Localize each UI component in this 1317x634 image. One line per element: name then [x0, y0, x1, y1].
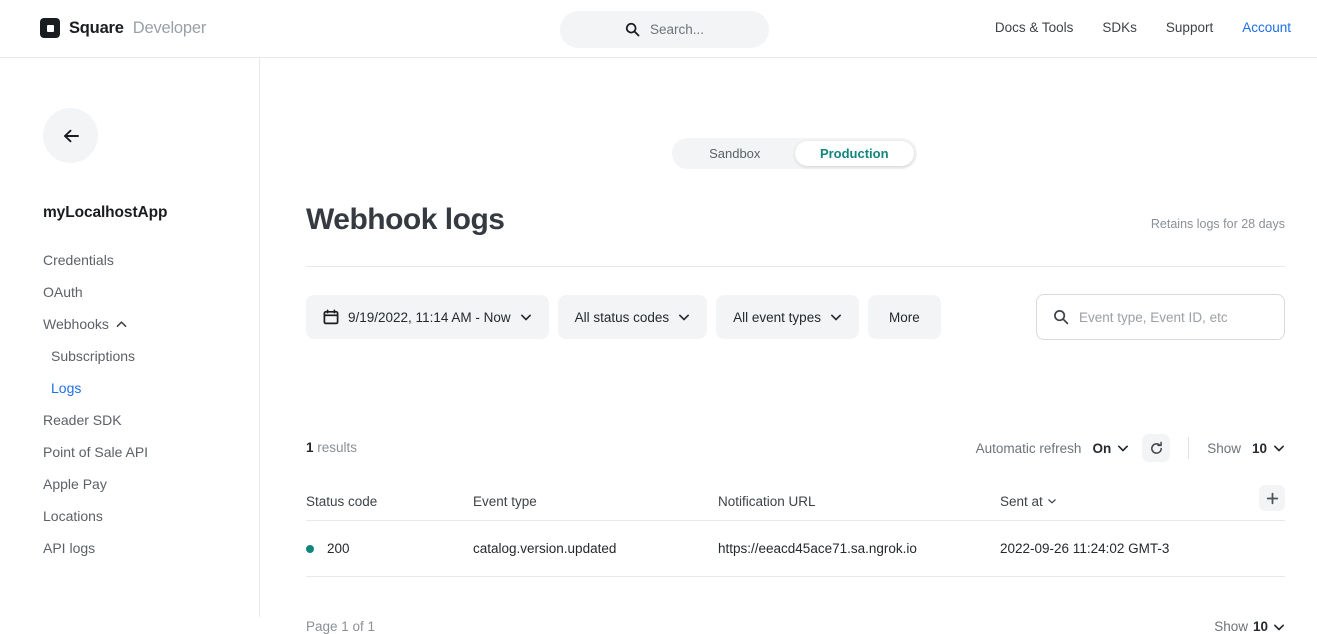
status-code-filter-label: All status codes [575, 310, 670, 325]
nav-link-docs-tools[interactable]: Docs & Tools [995, 20, 1074, 35]
nav-link-support[interactable]: Support [1166, 20, 1213, 35]
automatic-refresh-label: Automatic refresh [976, 441, 1082, 456]
table-controls: Automatic refresh On Show 10 [976, 434, 1285, 462]
result-count: 1 results [306, 440, 357, 455]
sidebar-item-label: Subscriptions [51, 340, 135, 372]
sidebar-item-label: Webhooks [43, 308, 109, 340]
footer-show-rows-control[interactable]: Show 10 [1214, 619, 1285, 634]
sidebar-item-label: OAuth [43, 276, 83, 308]
back-button[interactable] [43, 108, 98, 163]
brand-subtitle: Developer [133, 19, 206, 38]
app-name: myLocalhostApp [43, 204, 167, 222]
pagination-bar: Page 1 of 1 Show 10 [306, 619, 1285, 634]
nav-link-account[interactable]: Account [1242, 20, 1291, 35]
status-code-filter[interactable]: All status codes [558, 295, 708, 339]
event-type-filter-label: All event types [733, 310, 821, 325]
more-filters-button[interactable]: More [868, 295, 941, 339]
add-column-button[interactable] [1259, 485, 1285, 511]
top-header: Square Developer Search... Docs & Tools … [0, 0, 1317, 58]
brand-name: Square [69, 19, 124, 38]
chevron-down-icon [1047, 496, 1057, 506]
sidebar-item-api-logs[interactable]: API logs [43, 532, 243, 564]
column-header-event-type[interactable]: Event type [473, 494, 718, 509]
show-rows-label: Show [1207, 441, 1241, 456]
divider [1188, 437, 1189, 459]
refresh-icon [1149, 441, 1164, 456]
page-indicator: Page 1 of 1 [306, 619, 375, 634]
column-header-notification-url[interactable]: Notification URL [718, 494, 1000, 509]
search-icon [1053, 309, 1069, 325]
page-title: Webhook logs [306, 203, 504, 237]
webhook-logs-table: Status code Event type Notification URL … [306, 482, 1285, 577]
sidebar: myLocalhostApp Credentials OAuth Webhook… [0, 58, 260, 617]
column-header-sent-at-label: Sent at [1000, 494, 1043, 509]
calendar-icon [323, 309, 339, 325]
sidebar-item-label: Point of Sale API [43, 436, 148, 468]
arrow-left-icon [61, 126, 81, 146]
footer-show-rows-label: Show [1214, 619, 1248, 634]
show-rows-value: 10 [1252, 441, 1267, 456]
date-range-label: 9/19/2022, 11:14 AM - Now [348, 310, 511, 325]
cell-event-type: catalog.version.updated [473, 541, 718, 556]
sidebar-item-label: API logs [43, 532, 95, 564]
nav-link-sdks[interactable]: SDKs [1102, 20, 1137, 35]
column-header-status-code[interactable]: Status code [306, 494, 473, 509]
square-logo-icon [40, 18, 60, 38]
automatic-refresh-value: On [1092, 441, 1111, 456]
chevron-down-icon [520, 311, 532, 323]
sidebar-item-label: Locations [43, 500, 103, 532]
filter-bar: 9/19/2022, 11:14 AM - Now All status cod… [306, 295, 941, 339]
cell-notification-url: https://eeacd45ace71.sa.ngrok.io [718, 541, 1000, 556]
chevron-up-icon [116, 319, 127, 330]
footer-show-rows-value: 10 [1253, 619, 1268, 634]
status-indicator-dot [306, 545, 314, 553]
divider [306, 266, 1285, 267]
cell-sent-at: 2022-09-26 11:24:02 GMT-3 [1000, 541, 1245, 556]
log-search-input[interactable]: Event type, Event ID, etc [1036, 294, 1285, 340]
sidebar-item-reader-sdk[interactable]: Reader SDK [43, 404, 243, 436]
sidebar-item-label: Logs [51, 372, 81, 404]
log-search-placeholder: Event type, Event ID, etc [1079, 310, 1228, 325]
environment-toggle: Sandbox Production [672, 138, 917, 169]
result-count-number: 1 [306, 440, 314, 455]
sidebar-item-credentials[interactable]: Credentials [43, 244, 243, 276]
column-header-sent-at[interactable]: Sent at [1000, 494, 1245, 509]
sidebar-item-apple-pay[interactable]: Apple Pay [43, 468, 243, 500]
sidebar-item-subscriptions[interactable]: Subscriptions [43, 340, 243, 372]
chevron-down-icon [1117, 442, 1129, 454]
table-row[interactable]: 200 catalog.version.updated https://eeac… [306, 521, 1285, 577]
sidebar-item-label: Credentials [43, 244, 114, 276]
sidebar-item-label: Apple Pay [43, 468, 107, 500]
tab-sandbox[interactable]: Sandbox [675, 141, 795, 166]
result-count-label: results [317, 440, 357, 455]
brand-logo[interactable]: Square Developer [40, 18, 206, 38]
cell-status-code: 200 [306, 541, 473, 556]
status-code-value: 200 [327, 541, 350, 556]
chevron-down-icon [830, 311, 842, 323]
sidebar-item-locations[interactable]: Locations [43, 500, 243, 532]
global-search-placeholder: Search... [650, 22, 704, 37]
sidebar-item-logs[interactable]: Logs [43, 372, 243, 404]
chevron-down-icon [678, 311, 690, 323]
global-search-input[interactable]: Search... [560, 11, 769, 48]
plus-icon [1266, 492, 1279, 505]
date-range-filter[interactable]: 9/19/2022, 11:14 AM - Now [306, 295, 549, 339]
main-content: Sandbox Production Webhook logs Retains … [260, 58, 1317, 617]
sidebar-item-webhooks[interactable]: Webhooks [43, 308, 243, 340]
chevron-down-icon [1273, 621, 1285, 633]
retention-note: Retains logs for 28 days [1151, 217, 1285, 231]
top-navigation: Docs & Tools SDKs Support Account [995, 20, 1291, 35]
sidebar-item-oauth[interactable]: OAuth [43, 276, 243, 308]
sidebar-nav: Credentials OAuth Webhooks Subscriptions… [43, 244, 243, 564]
event-type-filter[interactable]: All event types [716, 295, 859, 339]
sidebar-item-label: Reader SDK [43, 404, 122, 436]
automatic-refresh-control[interactable]: Automatic refresh On [976, 441, 1130, 456]
chevron-down-icon [1273, 442, 1285, 454]
search-icon [625, 22, 640, 37]
sidebar-item-point-of-sale-api[interactable]: Point of Sale API [43, 436, 243, 468]
tab-production[interactable]: Production [795, 141, 915, 166]
show-rows-control[interactable]: Show 10 [1207, 441, 1285, 456]
refresh-button[interactable] [1142, 434, 1170, 462]
table-header-row: Status code Event type Notification URL … [306, 482, 1285, 521]
